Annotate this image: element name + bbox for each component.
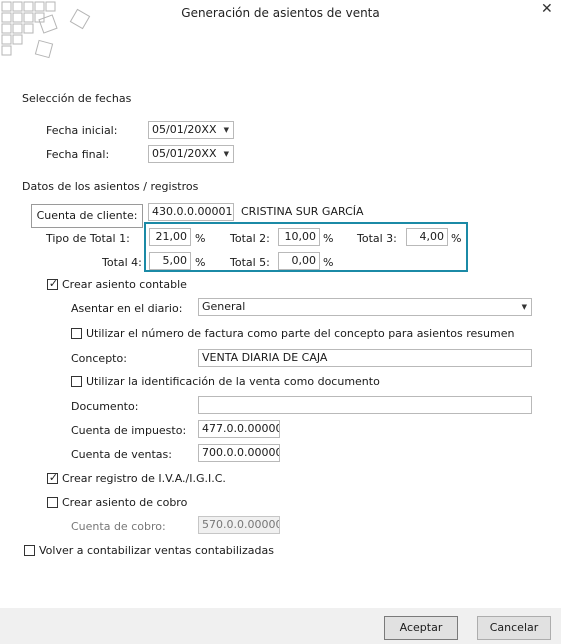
cancel-button[interactable]: Cancelar bbox=[477, 616, 551, 640]
client-account-field[interactable]: 430.0.0.00001 bbox=[148, 203, 234, 221]
chevron-down-icon[interactable]: ▼ bbox=[224, 123, 229, 137]
journal-select[interactable]: General ▼ bbox=[198, 298, 532, 316]
window-title: Generación de asientos de venta bbox=[181, 6, 380, 20]
total5-field[interactable]: 0,00 bbox=[278, 252, 320, 270]
sales-account-label: Cuenta de ventas: bbox=[71, 448, 172, 461]
data-section-title: Datos de los asientos / registros bbox=[22, 180, 199, 193]
vat-label: Crear registro de I.V.A./I.G.I.C. bbox=[62, 472, 226, 485]
close-icon[interactable]: ✕ bbox=[541, 1, 553, 17]
recount-checkbox[interactable] bbox=[24, 545, 35, 556]
total5-label: Total 5: bbox=[230, 256, 270, 269]
tax-account-field[interactable]: 477.0.0.00000 bbox=[198, 420, 280, 438]
journal-value: General bbox=[202, 300, 246, 313]
document-field[interactable] bbox=[198, 396, 532, 414]
start-date-picker[interactable]: 05/01/20XX ▼ bbox=[148, 121, 234, 139]
concept-field[interactable]: VENTA DIARIA DE CAJA bbox=[198, 349, 532, 367]
concept-label: Concepto: bbox=[71, 352, 127, 365]
use-invoice-checkbox[interactable] bbox=[71, 328, 82, 339]
total1-label: Tipo de Total 1: bbox=[46, 232, 130, 245]
journal-label: Asentar en el diario: bbox=[71, 302, 183, 315]
total3-field[interactable]: 4,00 bbox=[406, 228, 448, 246]
percent-sign: % bbox=[195, 256, 206, 269]
chevron-down-icon[interactable]: ▼ bbox=[224, 147, 229, 161]
total4-label: Total 4: bbox=[102, 256, 142, 269]
total2-label: Total 2: bbox=[230, 232, 270, 245]
use-invoice-label: Utilizar el número de factura como parte… bbox=[86, 327, 515, 340]
recount-label: Volver a contabilizar ventas contabiliza… bbox=[39, 544, 274, 557]
percent-sign: % bbox=[451, 232, 462, 245]
use-sale-id-checkbox[interactable] bbox=[71, 376, 82, 387]
checkmark-icon: ✓ bbox=[48, 471, 59, 484]
total2-field[interactable]: 10,00 bbox=[278, 228, 320, 246]
end-date-label: Fecha final: bbox=[46, 148, 110, 161]
total4-field[interactable]: 5,00 bbox=[149, 252, 191, 270]
percent-sign: % bbox=[195, 232, 206, 245]
start-date-value: 05/01/20XX bbox=[152, 123, 217, 136]
collection-account-label: Cuenta de cobro: bbox=[71, 520, 166, 533]
checkmark-icon: ✓ bbox=[48, 277, 59, 290]
percent-sign: % bbox=[323, 232, 334, 245]
end-date-picker[interactable]: 05/01/20XX ▼ bbox=[148, 145, 234, 163]
tax-account-label: Cuenta de impuesto: bbox=[71, 424, 187, 437]
collection-account-field: 570.0.0.00000 bbox=[198, 516, 280, 534]
vat-checkbox[interactable]: ✓ bbox=[47, 471, 59, 484]
client-name: CRISTINA SUR GARCÍA bbox=[241, 205, 364, 218]
chevron-down-icon[interactable]: ▼ bbox=[522, 300, 527, 314]
create-entry-label: Crear asiento contable bbox=[62, 278, 187, 291]
collection-label: Crear asiento de cobro bbox=[62, 496, 188, 509]
percent-sign: % bbox=[323, 256, 334, 269]
document-label: Documento: bbox=[71, 400, 139, 413]
sales-account-field[interactable]: 700.0.0.00000 bbox=[198, 444, 280, 462]
start-date-label: Fecha inicial: bbox=[46, 124, 118, 137]
total3-label: Total 3: bbox=[357, 232, 397, 245]
client-account-button[interactable]: Cuenta de cliente: bbox=[31, 204, 143, 228]
total1-field[interactable]: 21,00 bbox=[149, 228, 191, 246]
dates-section-title: Selección de fechas bbox=[22, 92, 132, 105]
use-sale-id-label: Utilizar la identificación de la venta c… bbox=[86, 375, 380, 388]
accept-button[interactable]: Aceptar bbox=[384, 616, 458, 640]
collection-checkbox[interactable] bbox=[47, 497, 58, 508]
create-entry-checkbox[interactable]: ✓ bbox=[47, 277, 59, 290]
end-date-value: 05/01/20XX bbox=[152, 147, 217, 160]
